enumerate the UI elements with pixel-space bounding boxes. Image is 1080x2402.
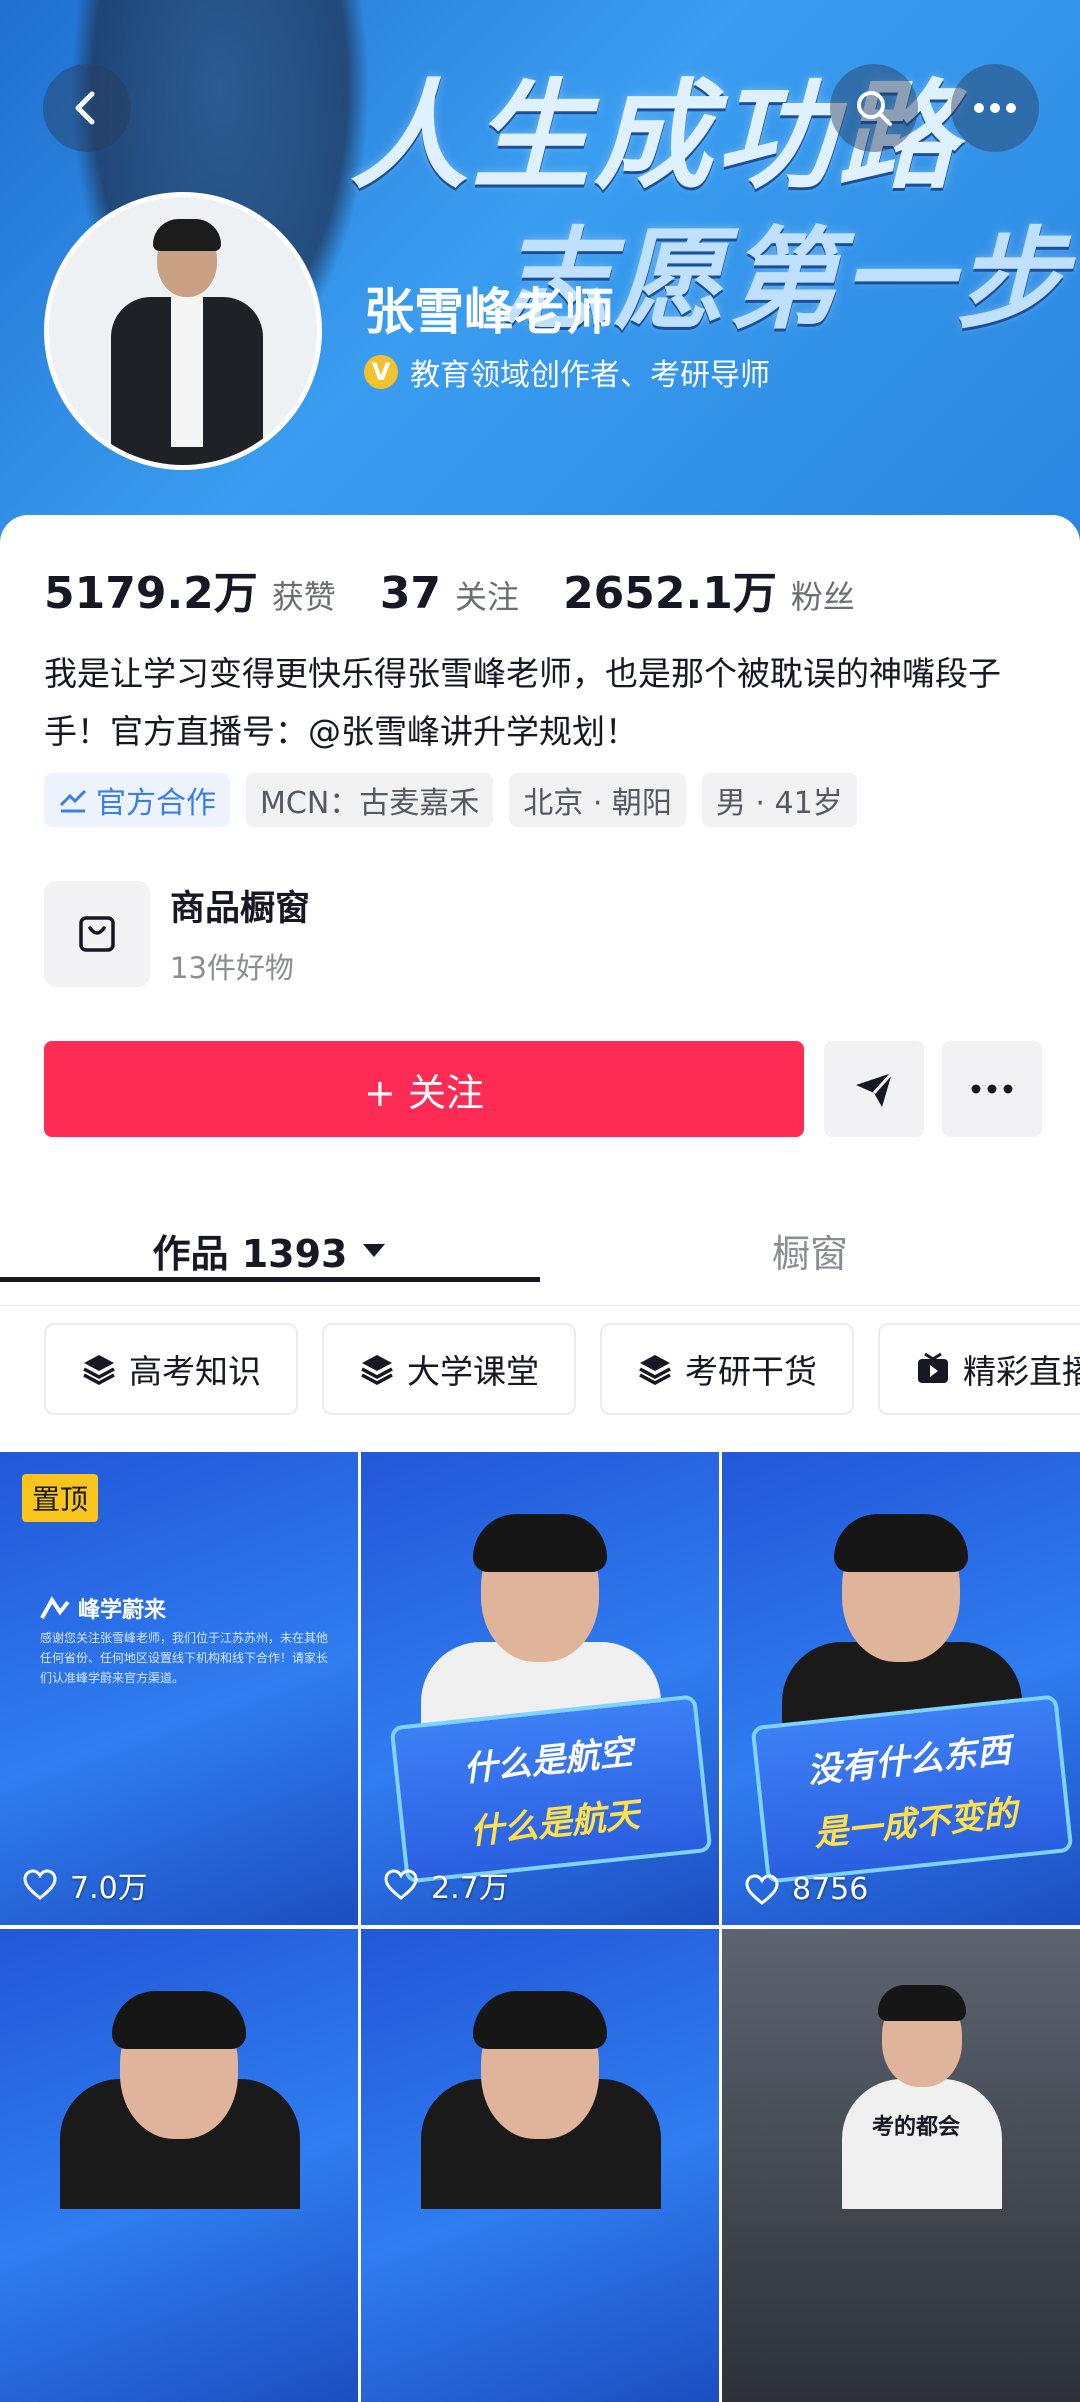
video-thumbnail[interactable]: 没有什么东西 是一成不变的 8756 [722,1452,1080,1925]
category-chip[interactable]: 精彩直播 [878,1323,1080,1415]
verification-text: 教育领域创作者、考研导师 [410,358,770,393]
followers-label[interactable]: 粉丝 [791,572,855,618]
likes-count: 5179.2万 [44,568,258,619]
category-chips: 高考知识 大学课堂 考研干货 精彩直播 [44,1323,1080,1415]
tag-official-cooperation[interactable]: 官方合作 [44,773,230,827]
active-tab-indicator [0,1277,540,1282]
verification-row: V 教育领域创作者、考研导师 [364,350,770,394]
layers-icon [639,1355,671,1385]
verified-icon: V [364,355,398,389]
send-icon [856,1071,894,1107]
category-label: 精彩直播 [963,1352,1080,1391]
content-tabs: 作品 1393 橱窗 [0,1195,1080,1306]
video-likes: 8756 [744,1872,868,1907]
profile-banner: 人生成功路 志愿第一步 张雪峰老师 V 教育领域创作者、考研导师 [0,0,1080,560]
tag-location[interactable]: 北京 · 朝阳 [509,773,686,827]
back-button[interactable] [43,64,131,152]
shopping-bag-icon [44,880,150,987]
layers-icon [361,1355,393,1385]
brand-mark-icon [40,1596,70,1619]
shop-title: 商品橱窗 [170,889,311,929]
heart-icon [384,1869,418,1900]
video-caption-card: 没有什么东西 是一成不变的 [750,1694,1074,1884]
following-count[interactable]: 37 [380,568,441,619]
video-notice-text: 感谢您关注张雪峰老师，我们位于江苏苏州，未在其他任何省份、任何地区设置线下机构和… [40,1631,329,1685]
video-thumbnail[interactable]: 什么是航空 什么是航天 2.7万 [361,1452,719,1925]
tag-label: 官方合作 [96,786,216,821]
tag-mcn[interactable]: MCN：古麦嘉禾 [246,773,494,827]
shop-window-entry[interactable]: 商品橱窗 13件好物 [44,880,310,987]
heart-icon [23,1869,57,1900]
video-caption-card: 什么是航空 什么是航天 [389,1694,713,1884]
shirt-print-text: 考的都会 [872,2115,961,2140]
search-button[interactable] [830,64,918,152]
share-button[interactable] [824,1041,924,1137]
video-thumbnail[interactable] [361,1929,719,2402]
tab-works[interactable]: 作品 1393 [0,1195,540,1305]
brand-logo: 峰学蔚来 [40,1592,166,1624]
live-tv-icon [918,1352,948,1383]
more-actions-button[interactable] [942,1041,1042,1137]
video-thumbnail[interactable]: 置顶 峰学蔚来 感谢您关注张雪峰老师，我们位于江苏苏州，未在其他任何省份、任何地… [0,1452,358,1925]
video-likes: 2.7万 [383,1863,509,1907]
tab-works-label: 作品 1393 [152,1231,348,1276]
category-label: 考研干货 [685,1352,817,1391]
profile-bio: 我是让学习变得更快乐得张雪峰老师，也是那个被耽误的神嘴段子手！官方直播号：@张雪… [44,654,1001,751]
video-thumbnail[interactable] [0,1929,358,2402]
category-chip[interactable]: 大学课堂 [322,1323,576,1415]
following-label[interactable]: 关注 [455,572,519,618]
likes-label: 获赞 [271,578,336,616]
category-label: 大学课堂 [407,1352,539,1391]
more-dots-icon [974,103,1016,113]
tag-gender-age: 男 · 41岁 [701,773,857,827]
layers-icon [83,1355,115,1385]
category-chip[interactable]: 高考知识 [44,1323,298,1415]
handshake-icon [59,789,87,813]
video-likes: 7.0万 [22,1863,148,1907]
caret-down-icon [362,1244,385,1257]
more-dots-icon [971,1084,1013,1094]
shop-subtitle: 13件好物 [170,951,294,985]
more-button[interactable] [951,64,1039,152]
chevron-left-icon [75,91,95,125]
tab-window[interactable]: 橱窗 [540,1195,1080,1305]
heart-icon [745,1873,779,1905]
category-chip[interactable]: 考研干货 [600,1323,854,1415]
profile-tags: 官方合作 MCN：古麦嘉禾 北京 · 朝阳 男 · 41岁 [44,773,857,827]
followers-count[interactable]: 2652.1万 [563,557,777,621]
category-label: 高考知识 [129,1352,261,1391]
profile-name: 张雪峰老师 [364,283,614,341]
stats-row: 5179.2万 获赞 37 关注 2652.1万 粉丝 [44,557,899,621]
video-thumbnail[interactable]: 考的都会 [722,1929,1080,2402]
search-icon [857,91,892,126]
follow-button[interactable]: + 关注 [44,1041,804,1137]
avatar[interactable] [44,192,322,470]
pinned-badge: 置顶 [22,1474,99,1522]
